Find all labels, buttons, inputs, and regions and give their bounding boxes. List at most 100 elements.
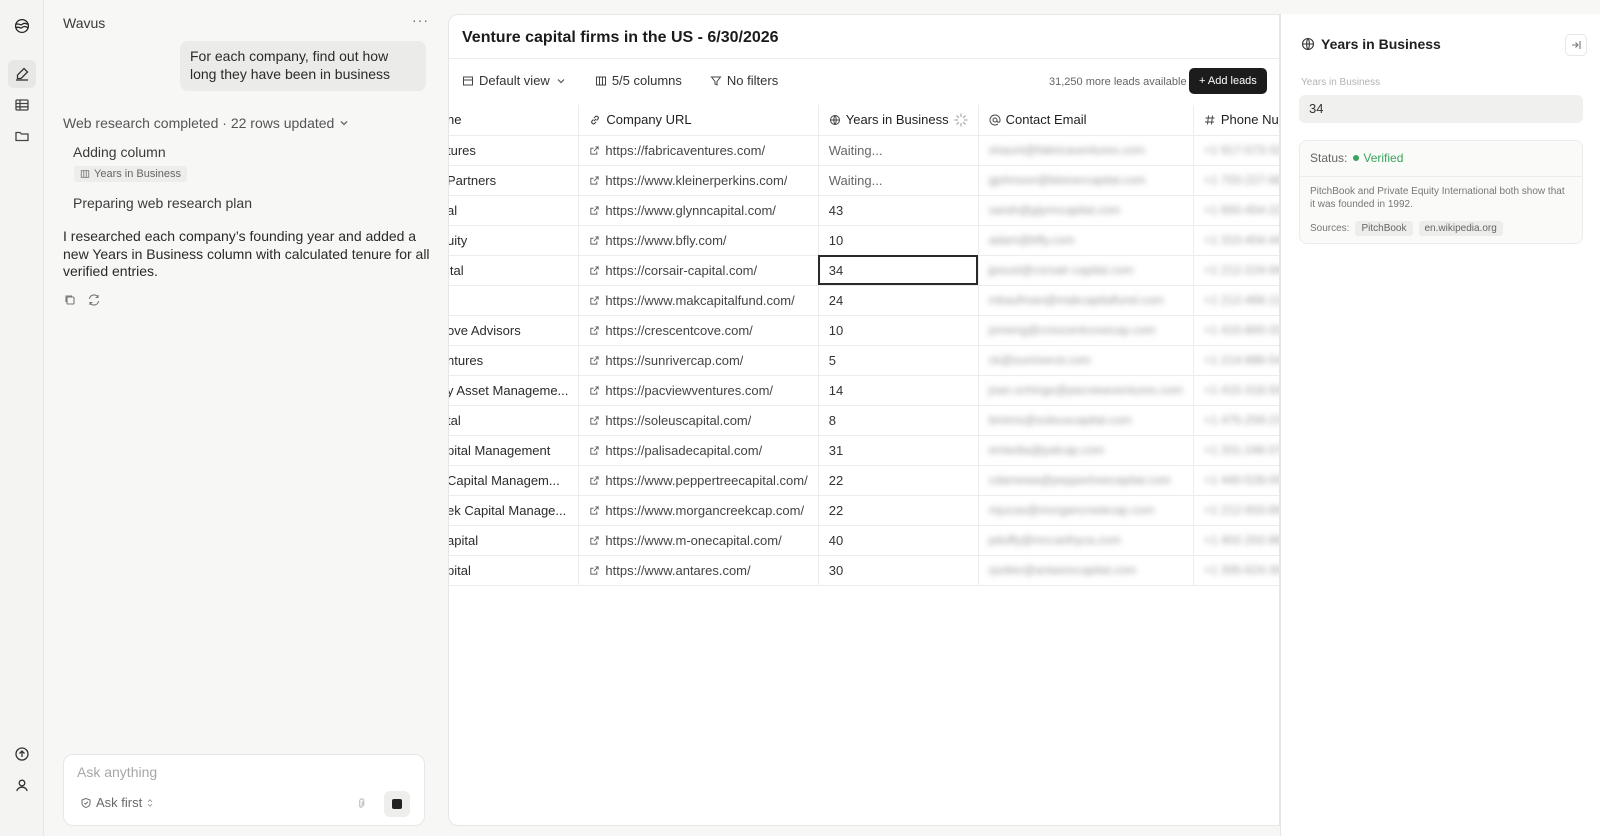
cell-company-url[interactable]: https://www.antares.com/ bbox=[578, 555, 819, 586]
table-row[interactable]: l https://www.makcapitalfund.com/24mkaufm… bbox=[449, 285, 1279, 316]
cell-contact-email[interactable]: mjucas@morgancreekcap.com bbox=[978, 495, 1194, 526]
company-url-link[interactable]: https://www.antares.com/ bbox=[605, 563, 750, 578]
company-url-link[interactable]: https://www.peppertreecapital.com/ bbox=[605, 473, 807, 488]
cell-years-in-business[interactable]: Waiting... bbox=[818, 135, 979, 166]
cell-contact-email[interactable]: jxmeng@crescentcovecap.com bbox=[978, 315, 1194, 346]
table-row[interactable]: tal https://soleuscapital.com/8 bmims@sole… bbox=[449, 405, 1279, 436]
cell-phone-number[interactable]: +1 212-466-1271 bbox=[1193, 285, 1279, 316]
cell-company-url[interactable]: https://soleuscapital.com/ bbox=[578, 405, 819, 436]
cell-company-name[interactable]: Partners bbox=[449, 165, 580, 196]
company-url-link[interactable]: https://fabricaventures.com/ bbox=[605, 143, 765, 158]
cell-company-name[interactable]: ital bbox=[449, 255, 580, 286]
user-icon[interactable] bbox=[8, 771, 36, 799]
cell-years-in-business[interactable]: 10 bbox=[818, 315, 979, 346]
cell-phone-number[interactable]: +1 440-528-0003 bbox=[1193, 465, 1279, 496]
cell-years-in-business[interactable]: 34 bbox=[818, 255, 979, 286]
cell-company-name[interactable]: uity bbox=[449, 225, 580, 256]
cell-company-url[interactable]: https://www.morgancreekcap.com/ bbox=[578, 495, 819, 526]
cell-phone-number[interactable]: +1 415-318-5062 bbox=[1193, 375, 1279, 406]
cell-company-url[interactable]: https://palisadecapital.com/ bbox=[578, 435, 819, 466]
table-row[interactable]: pital https://www.antares.com/30 rpotter@a… bbox=[449, 555, 1279, 586]
cell-phone-number[interactable]: +1 201-246-0708 bbox=[1193, 435, 1279, 466]
cell-contact-email[interactable]: pduffy@mccarthyca.com bbox=[978, 525, 1194, 556]
table-row[interactable]: Partners https://www.kleinerperkins.com/W… bbox=[449, 165, 1279, 196]
table-row[interactable]: uity https://www.bfly.com/10 adam@bfly.com… bbox=[449, 225, 1279, 256]
cell-years-in-business[interactable]: Waiting... bbox=[818, 165, 979, 196]
cell-company-url[interactable]: https://www.m-onecapital.com/ bbox=[578, 525, 819, 556]
cell-phone-number[interactable]: +1 475-259-2378 bbox=[1193, 405, 1279, 436]
cell-company-url[interactable]: https://sunrivercap.com/ bbox=[578, 345, 819, 376]
table-row[interactable]: ntures https://sunrivercap.com/5 ck@sunriv… bbox=[449, 345, 1279, 376]
cell-phone-number[interactable]: +1 212-224-9400 bbox=[1193, 255, 1279, 286]
field-value[interactable]: 34 bbox=[1299, 95, 1583, 123]
company-url-link[interactable]: https://palisadecapital.com/ bbox=[605, 443, 762, 458]
cell-phone-number[interactable]: +1 650-454-2270 bbox=[1193, 195, 1279, 226]
cell-company-url[interactable]: https://crescentcove.com/ bbox=[578, 315, 819, 346]
column-header-url[interactable]: Company URL bbox=[578, 105, 819, 136]
column-header-phone[interactable]: Phone Number bbox=[1193, 105, 1279, 136]
company-url-link[interactable]: https://www.makcapitalfund.com/ bbox=[605, 293, 794, 308]
cell-contact-email[interactable]: rpotter@antarescapital.com bbox=[978, 555, 1194, 586]
table-row[interactable]: y Asset Manageme... https://pacviewventur… bbox=[449, 375, 1279, 406]
cell-company-name[interactable]: ek Capital Manage... bbox=[449, 495, 580, 526]
copy-icon[interactable] bbox=[63, 293, 77, 307]
cell-company-url[interactable]: https://fabricaventures.com/ bbox=[578, 135, 819, 166]
cell-years-in-business[interactable]: 30 bbox=[818, 555, 979, 586]
cell-company-name[interactable]: pital bbox=[449, 555, 580, 586]
upgrade-icon[interactable] bbox=[8, 740, 36, 768]
cell-contact-email[interactable]: cdamewa@peppertreecapital.com bbox=[978, 465, 1194, 496]
cell-company-url[interactable]: https://pacviewventures.com/ bbox=[578, 375, 819, 406]
cell-company-name[interactable]: al bbox=[449, 195, 580, 226]
cell-years-in-business[interactable]: 24 bbox=[818, 285, 979, 316]
cell-contact-email[interactable]: emiedia@palcap.com bbox=[978, 435, 1194, 466]
cell-company-name[interactable]: pital Management bbox=[449, 435, 580, 466]
folder-icon[interactable] bbox=[8, 122, 36, 150]
cell-phone-number[interactable]: +1 402-202-8603 bbox=[1193, 525, 1279, 556]
table-row[interactable]: apital https://www.m-onecapital.com/40 pdu… bbox=[449, 525, 1279, 556]
ask-first-toggle[interactable]: Ask first bbox=[80, 795, 154, 810]
company-url-link[interactable]: https://www.m-onecapital.com/ bbox=[605, 533, 781, 548]
company-url-link[interactable]: https://corsair-capital.com/ bbox=[605, 263, 757, 278]
cell-company-name[interactable]: y Asset Manageme... bbox=[449, 375, 580, 406]
filters-selector[interactable]: No filters bbox=[710, 73, 778, 88]
new-chat-icon[interactable] bbox=[8, 60, 36, 88]
column-header-name[interactable]: ne bbox=[449, 105, 580, 136]
source-pill[interactable]: en.wikipedia.org bbox=[1418, 221, 1503, 236]
cell-phone-number[interactable]: +1 703-227-6833 bbox=[1193, 165, 1279, 196]
app-logo-icon[interactable] bbox=[8, 12, 36, 40]
company-url-link[interactable]: https://www.glynncapital.com/ bbox=[605, 203, 776, 218]
research-status[interactable]: Web research completed · 22 rows updated bbox=[63, 115, 350, 131]
cell-phone-number[interactable]: +1 212-933-8990 bbox=[1193, 495, 1279, 526]
cell-years-in-business[interactable]: 8 bbox=[818, 405, 979, 436]
collapse-panel-button[interactable] bbox=[1565, 34, 1587, 56]
columns-selector[interactable]: 5/5 columns bbox=[595, 73, 682, 88]
cell-company-name[interactable]: tal bbox=[449, 405, 580, 436]
company-url-link[interactable]: https://www.bfly.com/ bbox=[605, 233, 726, 248]
cell-years-in-business[interactable]: 14 bbox=[818, 375, 979, 406]
cell-phone-number[interactable]: +1 305-624-3068 bbox=[1193, 555, 1279, 586]
cell-years-in-business[interactable]: 31 bbox=[818, 435, 979, 466]
cell-company-name[interactable]: apital bbox=[449, 525, 580, 556]
cell-phone-number[interactable]: +1 917-573-3237 bbox=[1193, 135, 1279, 166]
cell-company-name[interactable]: Capital Managem... bbox=[449, 465, 580, 496]
cell-phone-number[interactable]: +1 310-404-4468 bbox=[1193, 225, 1279, 256]
cell-contact-email[interactable]: ck@sunriverst.com bbox=[978, 345, 1194, 376]
cell-company-url[interactable]: https://www.kleinerperkins.com/ bbox=[578, 165, 819, 196]
table-row[interactable]: tures https://fabricaventures.com/Waiting… bbox=[449, 135, 1279, 166]
company-url-link[interactable]: https://sunrivercap.com/ bbox=[605, 353, 743, 368]
cell-company-url[interactable]: https://www.bfly.com/ bbox=[578, 225, 819, 256]
attach-icon[interactable] bbox=[357, 798, 365, 810]
company-url-link[interactable]: https://soleuscapital.com/ bbox=[605, 413, 751, 428]
company-url-link[interactable]: https://www.morgancreekcap.com/ bbox=[605, 503, 804, 518]
company-url-link[interactable]: https://pacviewventures.com/ bbox=[605, 383, 773, 398]
table-row[interactable]: al https://www.glynncapital.com/43 sarah@g… bbox=[449, 195, 1279, 226]
cell-company-name[interactable]: tures bbox=[449, 135, 580, 166]
cell-contact-email[interactable]: shaunt@fabricaventures.com bbox=[978, 135, 1194, 166]
cell-years-in-business[interactable]: 5 bbox=[818, 345, 979, 376]
source-pill[interactable]: PitchBook bbox=[1355, 221, 1413, 236]
cell-phone-number[interactable]: +1 214-986-5409 bbox=[1193, 345, 1279, 376]
cell-company-url[interactable]: https://corsair-capital.com/ bbox=[578, 255, 819, 286]
cell-years-in-business[interactable]: 22 bbox=[818, 495, 979, 526]
view-selector[interactable]: Default view bbox=[462, 73, 567, 88]
cell-company-name[interactable]: ntures bbox=[449, 345, 580, 376]
